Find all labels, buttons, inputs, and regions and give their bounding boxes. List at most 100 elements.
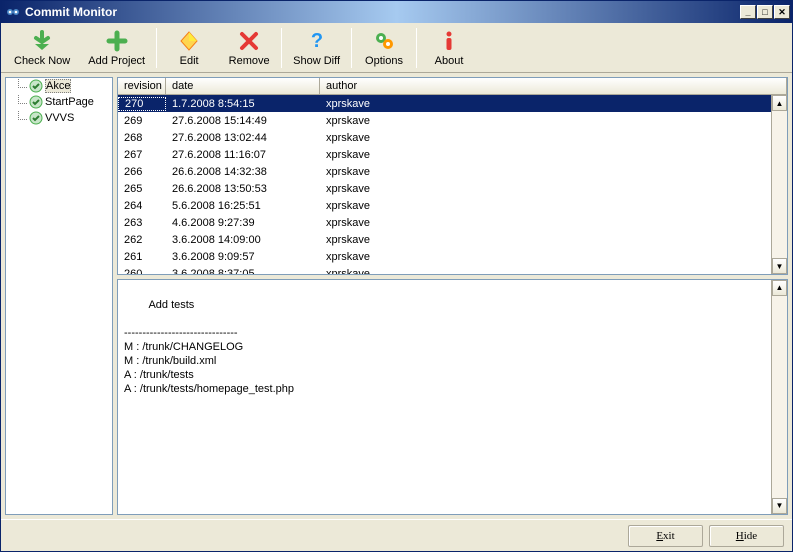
cell-date: 3.6.2008 14:09:00 xyxy=(166,234,320,246)
about-button[interactable]: About xyxy=(419,26,479,70)
maximize-button[interactable]: □ xyxy=(757,5,773,19)
cell-author: xprskave xyxy=(320,132,771,144)
cell-author: xprskave xyxy=(320,149,771,161)
info-icon xyxy=(437,29,461,53)
cell-revision: 268 xyxy=(118,132,166,144)
globe-check-icon xyxy=(29,79,43,93)
vertical-scrollbar[interactable]: ▲ ▼ xyxy=(771,95,787,274)
exit-button[interactable]: Exit xyxy=(628,525,703,547)
table-row[interactable]: 2701.7.2008 8:54:15xprskave xyxy=(118,95,771,112)
cell-revision: 264 xyxy=(118,200,166,212)
cell-author: xprskave xyxy=(320,251,771,263)
tree-item-label: VVVS xyxy=(45,112,74,124)
check-now-label: Check Now xyxy=(14,55,70,67)
cell-revision: 263 xyxy=(118,217,166,229)
svg-text:?: ? xyxy=(310,30,322,52)
cell-date: 4.6.2008 9:27:39 xyxy=(166,217,320,229)
tree-item-label: StartPage xyxy=(45,96,94,108)
globe-check-icon xyxy=(29,95,43,109)
table-row[interactable]: 2634.6.2008 9:27:39xprskave xyxy=(118,214,771,231)
separator xyxy=(351,28,352,68)
scroll-up-button[interactable]: ▲ xyxy=(772,95,787,111)
main-area: revision date author 2701.7.2008 8:54:15… xyxy=(117,77,788,515)
remove-button[interactable]: Remove xyxy=(219,26,279,70)
cell-author: xprskave xyxy=(320,183,771,195)
close-button[interactable]: ✕ xyxy=(774,5,790,19)
tree-item[interactable]: Akce xyxy=(6,78,112,94)
tree-item[interactable]: VVVS xyxy=(6,110,112,126)
header-author[interactable]: author xyxy=(320,78,787,94)
cell-date: 27.6.2008 13:02:44 xyxy=(166,132,320,144)
list-header: revision date author xyxy=(118,78,787,95)
table-row[interactable]: 26827.6.2008 13:02:44xprskave xyxy=(118,129,771,146)
content-area: Akce StartPage VVVS revision date author 2… xyxy=(1,73,792,519)
scroll-down-button[interactable]: ▼ xyxy=(772,258,787,274)
scroll-down-button[interactable]: ▼ xyxy=(772,498,787,514)
cell-revision: 266 xyxy=(118,166,166,178)
options-label: Options xyxy=(365,55,403,67)
tree-item[interactable]: StartPage xyxy=(6,94,112,110)
cell-date: 26.6.2008 13:50:53 xyxy=(166,183,320,195)
hide-rest: ide xyxy=(744,530,757,542)
scroll-up-button[interactable]: ▲ xyxy=(772,280,787,296)
cell-revision: 262 xyxy=(118,234,166,246)
commit-details[interactable]: Add tests ------------------------------… xyxy=(117,279,788,515)
app-icon xyxy=(5,4,21,20)
table-row[interactable]: 2645.6.2008 16:25:51xprskave xyxy=(118,197,771,214)
cell-date: 27.6.2008 11:16:07 xyxy=(166,149,320,161)
diamond-icon xyxy=(177,29,201,53)
cell-author: xprskave xyxy=(320,268,771,275)
scroll-track[interactable] xyxy=(772,111,787,258)
cell-author: xprskave xyxy=(320,200,771,212)
edit-button[interactable]: Edit xyxy=(159,26,219,70)
check-now-button[interactable]: Check Now xyxy=(5,26,79,70)
question-icon: ? xyxy=(305,29,329,53)
cell-author: xprskave xyxy=(320,217,771,229)
cell-author: xprskave xyxy=(320,115,771,127)
about-label: About xyxy=(435,55,464,67)
main-window: Commit Monitor _ □ ✕ Check Now Add Proje… xyxy=(0,0,793,552)
table-row[interactable]: 26927.6.2008 15:14:49xprskave xyxy=(118,112,771,129)
commit-list: revision date author 2701.7.2008 8:54:15… xyxy=(117,77,788,275)
hide-button[interactable]: Hide xyxy=(709,525,784,547)
cell-author: xprskave xyxy=(320,234,771,246)
window-title: Commit Monitor xyxy=(25,5,740,19)
list-body[interactable]: 2701.7.2008 8:54:15xprskave26927.6.2008 … xyxy=(118,95,787,274)
cell-revision: 267 xyxy=(118,149,166,161)
titlebar[interactable]: Commit Monitor _ □ ✕ xyxy=(1,1,792,23)
cell-author: xprskave xyxy=(320,98,771,110)
gear-icon xyxy=(372,29,396,53)
project-tree[interactable]: Akce StartPage VVVS xyxy=(5,77,113,515)
cell-revision: 260 xyxy=(118,268,166,275)
options-button[interactable]: Options xyxy=(354,26,414,70)
x-icon xyxy=(237,29,261,53)
table-row[interactable]: 2623.6.2008 14:09:00xprskave xyxy=(118,231,771,248)
show-diff-label: Show Diff xyxy=(293,55,340,67)
cell-revision: 265 xyxy=(118,183,166,195)
scroll-track[interactable] xyxy=(772,296,787,498)
header-revision[interactable]: revision xyxy=(118,78,166,94)
cell-date: 27.6.2008 15:14:49 xyxy=(166,115,320,127)
tree-item-label: Akce xyxy=(45,79,71,93)
add-project-button[interactable]: Add Project xyxy=(79,26,154,70)
cell-date: 3.6.2008 9:09:57 xyxy=(166,251,320,263)
table-row[interactable]: 2613.6.2008 9:09:57xprskave xyxy=(118,248,771,265)
table-row[interactable]: 26727.6.2008 11:16:07xprskave xyxy=(118,146,771,163)
details-text: Add tests ------------------------------… xyxy=(124,299,294,395)
cell-date: 5.6.2008 16:25:51 xyxy=(166,200,320,212)
table-row[interactable]: 26626.6.2008 14:32:38xprskave xyxy=(118,163,771,180)
table-row[interactable]: 2603.6.2008 8:37:05xprskave xyxy=(118,265,771,274)
cell-date: 3.6.2008 8:37:05 xyxy=(166,268,320,275)
globe-check-icon xyxy=(29,111,43,125)
cell-date: 1.7.2008 8:54:15 xyxy=(166,98,320,110)
cell-revision: 270 xyxy=(118,97,166,111)
separator xyxy=(416,28,417,68)
cell-revision: 261 xyxy=(118,251,166,263)
cell-date: 26.6.2008 14:32:38 xyxy=(166,166,320,178)
header-date[interactable]: date xyxy=(166,78,320,94)
table-row[interactable]: 26526.6.2008 13:50:53xprskave xyxy=(118,180,771,197)
show-diff-button[interactable]: ? Show Diff xyxy=(284,26,349,70)
separator xyxy=(281,28,282,68)
vertical-scrollbar[interactable]: ▲ ▼ xyxy=(771,280,787,514)
minimize-button[interactable]: _ xyxy=(740,5,756,19)
